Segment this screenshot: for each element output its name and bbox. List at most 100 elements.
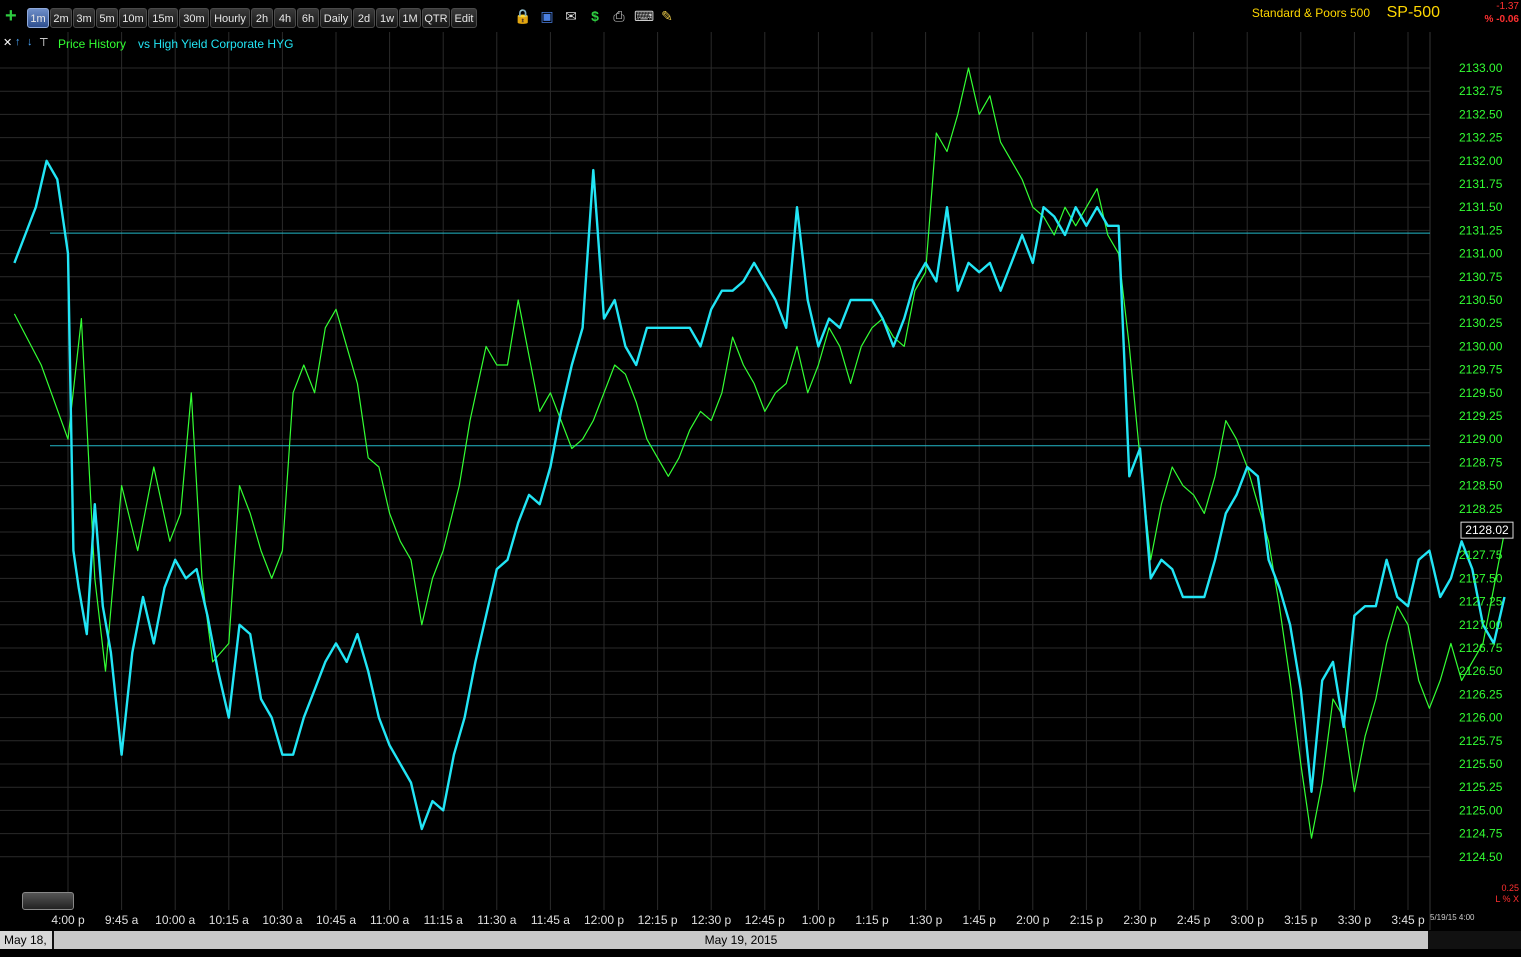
change-percent: % -0.06 (1484, 14, 1519, 25)
timeframe-button-daily[interactable]: Daily (320, 8, 352, 28)
lock-icon[interactable]: 🔒 (514, 7, 532, 25)
pin-icon[interactable]: ⊤ (39, 36, 49, 49)
scale-value: 0.25 (1501, 883, 1519, 893)
y-tick-label: 2126.25 (1459, 687, 1503, 701)
timeframe-button-6h[interactable]: 6h (297, 8, 319, 28)
timeframe-button-2m[interactable]: 2m (50, 8, 72, 28)
y-axis: 2133.00 2132.75 2132.50 2132.25 2132.00 2131.… (1459, 61, 1514, 864)
scroll-handle[interactable] (22, 892, 74, 910)
save-icon[interactable]: ▣ (538, 7, 556, 25)
x-tick-label: 12:00 p (584, 913, 624, 927)
y-tick-label: 2127.50 (1459, 571, 1503, 585)
scale-controls[interactable]: L % X (1495, 894, 1519, 904)
keyboard-icon[interactable]: ⌨ (634, 7, 654, 25)
x-tick-label: 12:45 p (745, 913, 785, 927)
y-tick-label: 2127.25 (1459, 595, 1503, 609)
y-tick-label: 2129.50 (1459, 386, 1503, 400)
x-tick-label: 11:45 a (531, 913, 570, 927)
timeframe-button-hourly[interactable]: Hourly (210, 8, 250, 28)
change-absolute: -1.37 (1496, 1, 1519, 12)
latest-date: 5/19/15 4:00 (1430, 913, 1475, 922)
series-hyg (13, 159, 1506, 831)
timeframe-button-10m[interactable]: 10m (119, 8, 147, 28)
x-tick-label: 10:45 a (316, 913, 356, 927)
x-tick-label: 11:15 a (424, 913, 463, 927)
y-tick-label: 2132.00 (1459, 154, 1503, 168)
mail-icon[interactable]: ✉ (562, 7, 580, 25)
pencil-icon[interactable]: ✎ (658, 7, 676, 25)
x-tick-label: 10:15 a (209, 913, 249, 927)
symbol-name: Standard & Poors 500 (1251, 6, 1370, 20)
print-icon[interactable]: ⎙ (610, 7, 628, 25)
x-tick-label: 12:15 p (638, 913, 678, 927)
y-tick-label: 2127.00 (1459, 618, 1503, 632)
legend-price-history[interactable]: Price History (58, 37, 126, 51)
x-tick-label: 10:00 a (155, 913, 195, 927)
timeframe-button-3m[interactable]: 3m (73, 8, 95, 28)
x-tick-label: 4:00 p (51, 913, 85, 927)
navigator-current-day[interactable]: May 19, 2015 (54, 931, 1428, 949)
y-tick-label: 2128.50 (1459, 479, 1503, 493)
x-tick-label: 10:30 a (262, 913, 302, 927)
x-tick-label: 2:45 p (1177, 913, 1211, 927)
timeframe-button-5m[interactable]: 5m (96, 8, 118, 28)
y-tick-label: 2131.25 (1459, 223, 1503, 237)
y-tick-label: 2128.75 (1459, 455, 1503, 469)
x-axis: 4:00 p 9:45 a 10:00 a 10:15 a 10:30 a 10:45 a… (51, 913, 1425, 927)
x-tick-label: 1:00 p (802, 913, 836, 927)
x-tick-label: 3:00 p (1231, 913, 1265, 927)
y-tick-label: 2124.75 (1459, 827, 1503, 841)
y-tick-label: 2125.75 (1459, 734, 1503, 748)
timeframe-button-edit[interactable]: Edit (451, 8, 477, 28)
symbol-ticker[interactable]: SP-500 (1387, 4, 1440, 22)
timeframe-button-2h[interactable]: 2h (251, 8, 273, 28)
y-tick-label: 2126.50 (1459, 664, 1503, 678)
x-tick-label: 2:00 p (1016, 913, 1050, 927)
y-tick-label: 2126.00 (1459, 711, 1503, 725)
navigator-prev-day[interactable]: May 18, (0, 931, 52, 949)
timeframe-button-1m[interactable]: 1M (399, 8, 421, 28)
y-tick-label: 2128.25 (1459, 502, 1503, 516)
x-tick-label: 3:15 p (1284, 913, 1318, 927)
y-tick-label: 2130.00 (1459, 339, 1503, 353)
y-tick-label: 2125.25 (1459, 780, 1503, 794)
x-tick-label: 2:30 p (1123, 913, 1157, 927)
reference-lines (50, 232, 1430, 447)
y-tick-label: 2125.50 (1459, 757, 1503, 771)
x-tick-label: 1:30 p (909, 913, 943, 927)
legend-hyg[interactable]: vs High Yield Corporate HYG (138, 37, 293, 51)
timeframe-button-4h[interactable]: 4h (274, 8, 296, 28)
x-tick-label: 3:45 p (1391, 913, 1425, 927)
timeframe-button-15m[interactable]: 15m (148, 8, 178, 28)
dollar-icon[interactable]: $ (586, 7, 604, 25)
x-tick-label: 12:30 p (691, 913, 731, 927)
y-tick-label: 2133.00 (1459, 61, 1503, 75)
y-tick-label: 2132.75 (1459, 84, 1503, 98)
plus-icon[interactable]: + (5, 6, 17, 26)
y-tick-label: 2132.25 (1459, 131, 1503, 145)
y-tick-label: 2129.00 (1459, 432, 1503, 446)
x-tick-label: 3:30 p (1338, 913, 1372, 927)
arrow-up-icon[interactable]: ↑ (15, 36, 21, 48)
timeframe-button-30m[interactable]: 30m (179, 8, 209, 28)
y-tick-label: 2129.25 (1459, 409, 1503, 423)
y-tick-label: 2130.25 (1459, 316, 1503, 330)
arrow-down-icon[interactable]: ↓ (27, 36, 33, 48)
y-tick-label: 2127.75 (1459, 548, 1503, 562)
y-tick-label: 2124.50 (1459, 850, 1503, 864)
y-tick-label: 2131.00 (1459, 247, 1503, 261)
timeframe-button-2d[interactable]: 2d (353, 8, 375, 28)
toolbar: + 1m 2m 3m 5m 10m 15m 30m Hourly 2h 4h 6h Daily 2d 1w… (0, 0, 1521, 32)
x-tick-label: 9:45 a (105, 913, 139, 927)
close-icon[interactable]: ✕ (3, 36, 12, 49)
y-tick-label: 2132.50 (1459, 107, 1503, 121)
y-tick-label: 2126.75 (1459, 641, 1503, 655)
x-tick-label: 1:45 p (963, 913, 997, 927)
price-chart[interactable]: 2133.00 2132.75 2132.50 2132.25 2132.00 2131.… (0, 0, 1521, 957)
y-tick-label: 2130.75 (1459, 270, 1503, 284)
y-tick-label: 2129.75 (1459, 363, 1503, 377)
timeframe-button-qtr[interactable]: QTR (422, 8, 450, 28)
timeframe-button-1m[interactable]: 1m (27, 8, 49, 28)
last-price-label: 2128.02 (1465, 523, 1509, 537)
timeframe-button-1w[interactable]: 1w (376, 8, 398, 28)
